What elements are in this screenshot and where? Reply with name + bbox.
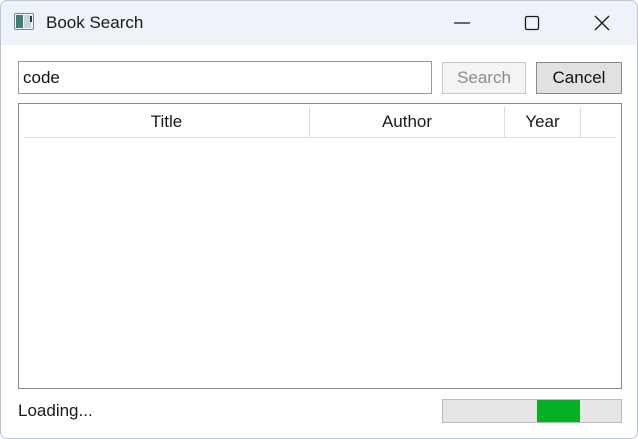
column-header-author[interactable]: Author: [310, 107, 505, 137]
minimize-icon: [454, 22, 470, 24]
title-bar[interactable]: Book Search: [1, 1, 637, 45]
progress-marquee-chunk: [537, 400, 581, 422]
results-header: Title Author Year: [24, 107, 616, 138]
app-window-icon: [14, 13, 34, 30]
column-header-title[interactable]: Title: [24, 107, 310, 137]
close-button[interactable]: [579, 1, 625, 45]
maximize-icon: [524, 15, 540, 31]
search-button[interactable]: Search: [442, 62, 526, 94]
window-title: Book Search: [46, 13, 144, 32]
column-header-filler: [581, 107, 616, 137]
maximize-button[interactable]: [509, 1, 555, 45]
progress-bar: [442, 399, 622, 423]
status-text: Loading...: [18, 401, 93, 420]
cancel-button[interactable]: Cancel: [536, 62, 622, 94]
search-input[interactable]: [18, 61, 432, 94]
column-header-year[interactable]: Year: [505, 107, 581, 137]
minimize-button[interactable]: [439, 1, 485, 45]
app-window: Book Search Search Cancel Title Author Y…: [0, 0, 638, 439]
close-icon: [594, 15, 610, 31]
results-list[interactable]: Title Author Year: [18, 103, 622, 389]
